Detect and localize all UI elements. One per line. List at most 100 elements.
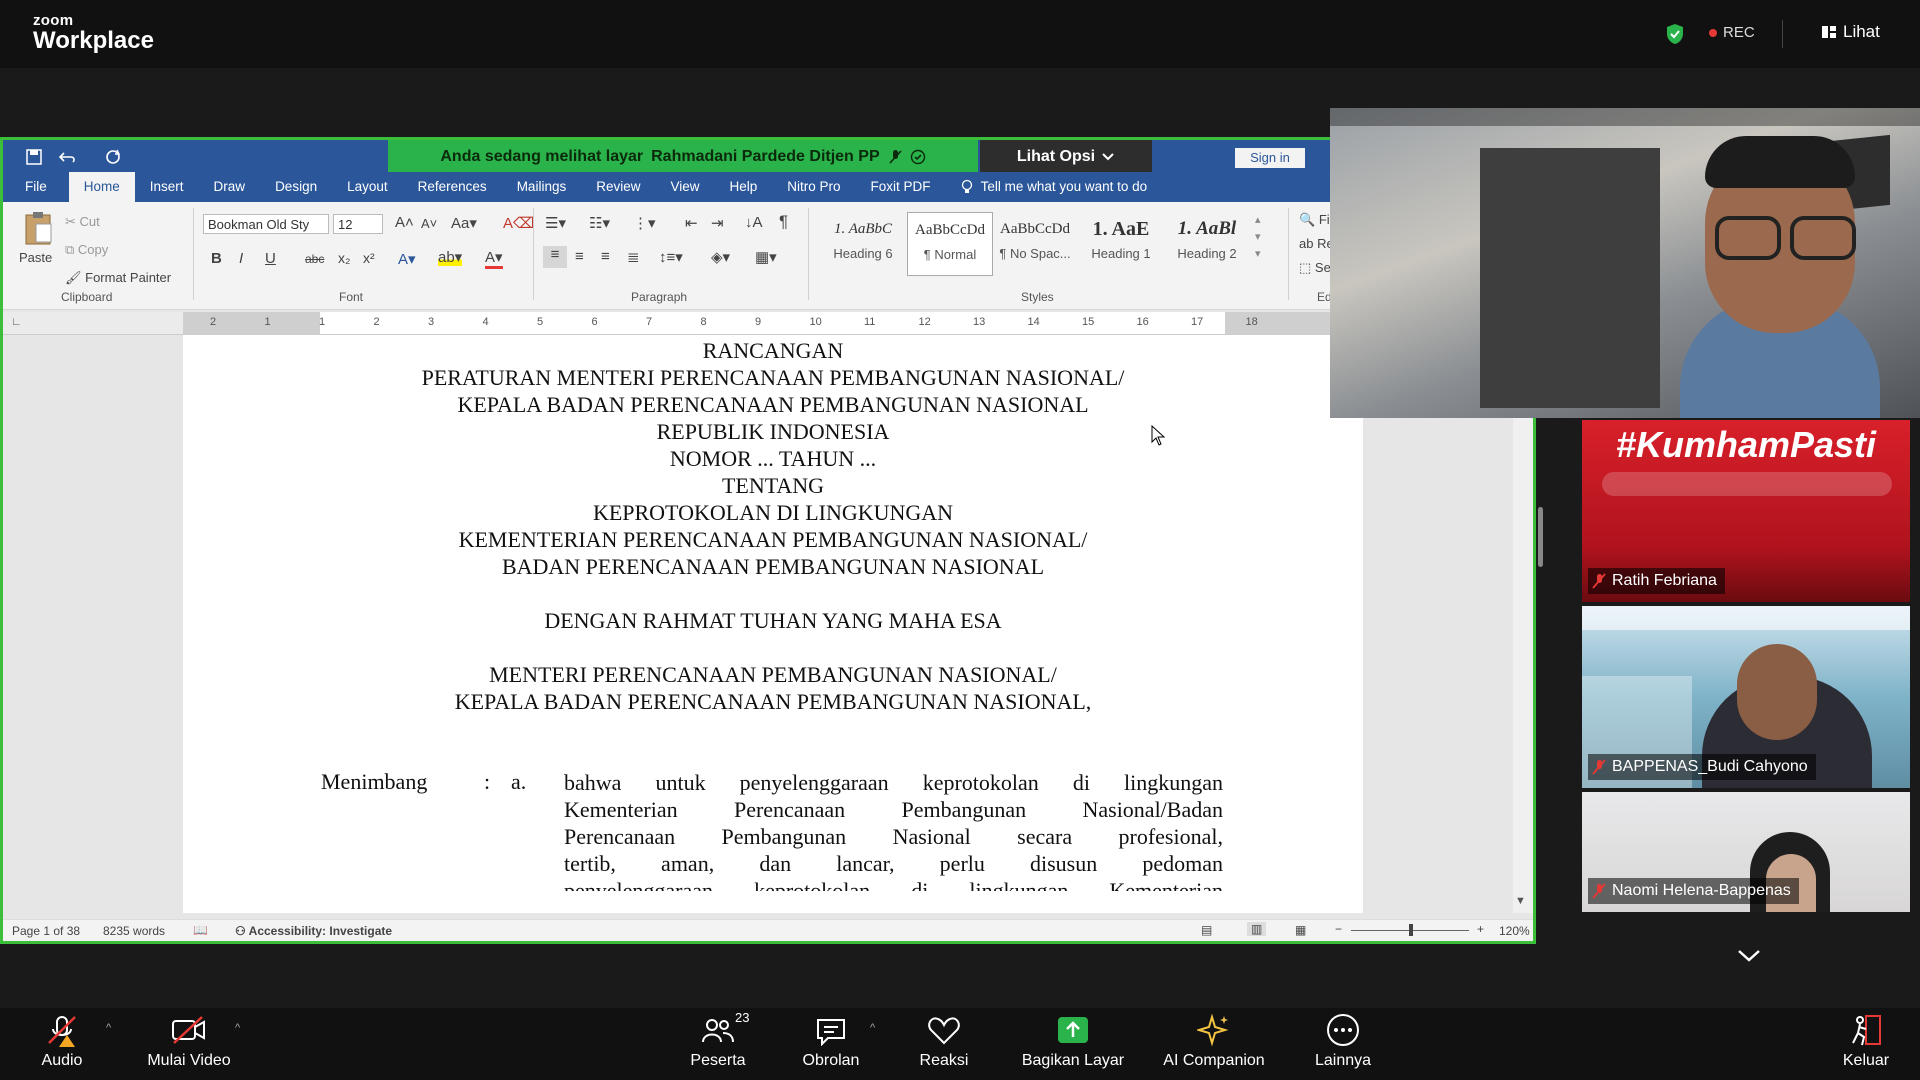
scroll-down-icon[interactable]: ▼	[1515, 895, 1526, 907]
save-icon[interactable]	[26, 149, 42, 165]
accessibility-status[interactable]: ⚇ Accessibility: Investigate	[235, 924, 392, 938]
change-case-icon[interactable]: Aa▾	[451, 214, 477, 232]
tab-references[interactable]: References	[403, 172, 502, 202]
print-layout-icon[interactable]: ▥	[1247, 922, 1267, 936]
page-count[interactable]: Page 1 of 38	[12, 924, 80, 938]
clear-formatting-icon[interactable]: A⌫	[503, 214, 534, 232]
replace-button[interactable]: ab Re	[1299, 236, 1334, 251]
line-spacing-icon[interactable]: ↕≡▾	[659, 248, 683, 266]
recording-indicator[interactable]: REC	[1709, 24, 1755, 41]
style-heading-6[interactable]: 1. AaBbC Heading 6	[821, 212, 905, 274]
security-shield-icon[interactable]	[1665, 23, 1685, 45]
numbering-icon[interactable]: ☷▾	[589, 214, 610, 232]
tab-mailings[interactable]: Mailings	[502, 172, 582, 202]
clipboard-paste-icon[interactable]	[23, 210, 53, 246]
align-right-icon[interactable]: ≡	[601, 248, 610, 265]
participants-button[interactable]: 23 Peserta	[653, 1010, 783, 1070]
word-count[interactable]: 8235 words	[103, 924, 165, 938]
share-screen-button[interactable]: Bagikan Layar	[1008, 1012, 1138, 1070]
strikethrough-icon[interactable]: abc	[305, 252, 324, 266]
tab-design[interactable]: Design	[260, 172, 332, 202]
tab-file[interactable]: File	[3, 172, 69, 202]
italic-icon[interactable]: I	[239, 250, 243, 267]
gallery-scrollbar[interactable]	[1538, 507, 1543, 567]
read-mode-icon[interactable]: ▤	[1201, 923, 1212, 937]
style-heading-2[interactable]: 1. AaBl Heading 2	[1165, 212, 1249, 274]
chat-options-caret-icon[interactable]: ^	[870, 1022, 875, 1034]
ai-companion-button[interactable]: AI Companion	[1149, 1012, 1279, 1070]
underline-icon[interactable]: U	[265, 250, 276, 267]
text-effects-icon[interactable]: A▾	[398, 250, 416, 268]
tab-draw[interactable]: Draw	[199, 172, 261, 202]
video-options-caret-icon[interactable]: ^	[235, 1022, 240, 1034]
align-left-icon[interactable]: ≡	[543, 246, 567, 268]
tab-home[interactable]: Home	[68, 172, 135, 202]
web-layout-icon[interactable]: ▦	[1295, 923, 1306, 937]
highlight-icon[interactable]: ab▾	[438, 248, 463, 266]
reactions-button[interactable]: Reaksi	[879, 1012, 1009, 1070]
tab-help[interactable]: Help	[715, 172, 773, 202]
more-button[interactable]: Lainnya	[1278, 1012, 1408, 1070]
document-page[interactable]: RANCANGAN PERATURAN MENTERI PERENCANAAN …	[183, 335, 1363, 913]
bold-icon[interactable]: B	[211, 250, 222, 267]
tab-view[interactable]: View	[655, 172, 714, 202]
select-button[interactable]: ⬚ Se	[1299, 260, 1331, 276]
bullets-icon[interactable]: ☰▾	[545, 214, 566, 232]
proofing-icon[interactable]: 📖	[193, 923, 208, 937]
sort-icon[interactable]: ↓A	[745, 214, 763, 231]
audio-button[interactable]: Audio	[0, 1012, 127, 1070]
align-center-icon[interactable]: ≡	[575, 248, 584, 265]
view-options-button[interactable]: Lihat Opsi	[980, 140, 1152, 174]
style-heading-1[interactable]: 1. AaE Heading 1	[1079, 212, 1163, 274]
justify-icon[interactable]: ≣	[627, 248, 640, 266]
multilevel-list-icon[interactable]: ⋮▾	[633, 214, 656, 232]
copy-button[interactable]: ⧉ Copy	[65, 242, 108, 258]
start-video-button[interactable]: Mulai Video	[124, 1012, 254, 1070]
zoom-level[interactable]: 120%	[1499, 924, 1530, 938]
audio-options-caret-icon[interactable]: ^	[106, 1022, 111, 1034]
horizontal-ruler[interactable]: ∟ 2 1 1 2 3 4 5 6 7 8 9 10 11 12 13 14 15 16 17 18	[3, 312, 1533, 335]
undo-icon[interactable]	[59, 149, 77, 165]
subscript-icon[interactable]: x₂	[338, 250, 350, 266]
leave-button[interactable]: Keluar	[1801, 1012, 1920, 1070]
tab-nitro-pro[interactable]: Nitro Pro	[772, 172, 855, 202]
redo-icon[interactable]	[105, 149, 121, 165]
tell-me-search[interactable]: Tell me what you want to do	[946, 172, 1163, 202]
chat-button[interactable]: Obrolan	[766, 1012, 896, 1070]
zoom-slider-thumb[interactable]	[1409, 924, 1413, 936]
borders-icon[interactable]: ▦▾	[755, 248, 777, 266]
sign-in-button[interactable]: Sign in	[1235, 148, 1305, 168]
grow-font-icon[interactable]: A˄	[395, 214, 414, 231]
participant-tile-budi[interactable]: BAPPENAS_Budi Cahyono	[1582, 606, 1910, 788]
superscript-icon[interactable]: x²	[363, 250, 375, 266]
find-button[interactable]: 🔍 Fi	[1299, 212, 1330, 228]
increase-indent-icon[interactable]: ⇥	[711, 214, 724, 232]
font-name-dropdown[interactable]: Bookman Old Sty	[203, 214, 329, 234]
shrink-font-icon[interactable]: A˅	[421, 216, 437, 231]
vertical-scrollbar[interactable]	[1513, 335, 1533, 913]
participant-tile-ratih[interactable]: #KumhamPasti Ratih Febriana	[1582, 420, 1910, 602]
styles-scroll-icon[interactable]: ▴ ▾ ▾	[1255, 212, 1261, 263]
shading-icon[interactable]: ◈▾	[711, 248, 730, 266]
show-formatting-icon[interactable]: ¶	[779, 212, 788, 232]
view-button[interactable]: Lihat	[1821, 22, 1880, 42]
style-normal[interactable]: AaBbCcDd ¶ Normal	[907, 212, 993, 276]
tab-insert[interactable]: Insert	[135, 172, 199, 202]
active-speaker-video[interactable]	[1330, 108, 1920, 418]
zoom-out-icon[interactable]: −	[1335, 922, 1342, 936]
style-no-spacing[interactable]: AaBbCcDd ¶ No Spac...	[993, 212, 1077, 274]
paste-button[interactable]: Paste	[19, 250, 52, 265]
participant-tile-naomi[interactable]: Naomi Helena-Bappenas	[1582, 792, 1910, 912]
format-painter-button[interactable]: 🖌 Format Painter	[65, 270, 171, 286]
font-color-icon[interactable]: A▾	[485, 248, 503, 269]
gallery-chevron-down-icon[interactable]	[1736, 948, 1762, 964]
tab-layout[interactable]: Layout	[332, 172, 403, 202]
cut-button[interactable]: ✂ Cut	[65, 214, 100, 230]
ruler-number: 5	[537, 316, 544, 328]
participants-icon	[702, 1019, 734, 1043]
font-size-dropdown[interactable]: 12	[333, 214, 383, 234]
tab-foxit-pdf[interactable]: Foxit PDF	[856, 172, 946, 202]
zoom-in-icon[interactable]: +	[1477, 922, 1484, 936]
decrease-indent-icon[interactable]: ⇤	[685, 214, 698, 232]
tab-review[interactable]: Review	[581, 172, 655, 202]
